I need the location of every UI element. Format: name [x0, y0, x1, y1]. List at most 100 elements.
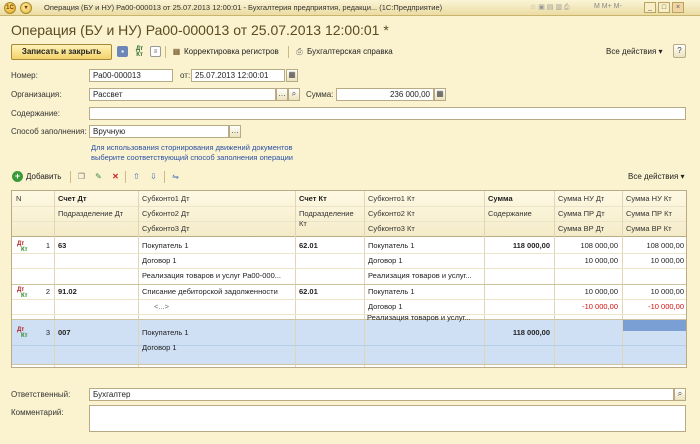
posting-icon: Дт Кт: [17, 241, 28, 253]
comment-label: Комментарий:: [11, 408, 64, 417]
col-dt[interactable]: Счет Дт: [58, 194, 87, 203]
toolbar-separator: [165, 46, 166, 58]
row2-pr-dt[interactable]: -10 000,00: [556, 302, 618, 311]
delete-icon[interactable]: ✕: [110, 171, 121, 182]
postings-icon[interactable]: Дт Кт: [134, 46, 145, 58]
save-icon[interactable]: ▪: [117, 46, 128, 57]
search-icon: ⌕: [291, 89, 297, 98]
row1-dt[interactable]: 63: [58, 241, 66, 250]
accounting-note-button[interactable]: Бухгалтерская справка: [307, 47, 393, 56]
col-nu-kt[interactable]: Сумма НУ Кт: [626, 194, 672, 203]
adjust-registers-button[interactable]: Корректировка регистров: [184, 47, 279, 56]
row1-sub3dt[interactable]: Реализация товаров и услуг Ра00-000...: [142, 271, 292, 280]
row2-nu-dt[interactable]: 10 000,00: [556, 287, 618, 296]
copy-icon[interactable]: ❐: [76, 171, 87, 182]
col-nu-dt[interactable]: Сумма НУ Дт: [558, 194, 604, 203]
row1-nu-kt[interactable]: 108 000,00: [624, 241, 684, 250]
row1-pr-dt[interactable]: 10 000,00: [556, 256, 618, 265]
row3-sum[interactable]: 118 000,00: [486, 328, 550, 337]
app-logo-icon[interactable]: 1С: [4, 2, 16, 14]
col-sub2kt[interactable]: Субконто2 Кт: [368, 209, 415, 218]
date-label: от:: [180, 71, 191, 80]
col-vr-dt[interactable]: Сумма ВР Дт: [558, 224, 604, 233]
sum-field[interactable]: 236 000,00: [336, 88, 434, 101]
row1-sub2dt[interactable]: Договор 1: [142, 256, 292, 265]
fill-method-field[interactable]: Вручную: [89, 125, 229, 138]
table-header: N Счет Дт Субконто1 Дт Счет Кт Субконто1…: [12, 191, 686, 237]
row2-nu-kt[interactable]: 10 000,00: [624, 287, 684, 296]
row1-sub3kt[interactable]: Реализация товаров и услуг...: [368, 271, 482, 280]
row2-sub1kt[interactable]: Покупатель 1: [368, 287, 482, 296]
help-button[interactable]: ?: [673, 44, 686, 58]
row2-pr-kt[interactable]: -10 000,00: [624, 302, 684, 311]
row1-sub2kt[interactable]: Договор 1: [368, 256, 482, 265]
sort-icon[interactable]: ⇋: [170, 171, 181, 182]
calculator-button[interactable]: ▦: [434, 88, 446, 101]
move-down-icon[interactable]: ⇩: [148, 171, 159, 182]
col-pr-dt[interactable]: Сумма ПР Дт: [558, 209, 605, 218]
page-title: Операция (БУ и НУ) Ра00-000013 от 25.07.…: [11, 22, 389, 38]
col-sub3dt[interactable]: Субконто3 Дт: [142, 224, 190, 233]
add-row-button[interactable]: Добавить: [26, 172, 61, 181]
row1-pr-kt[interactable]: 10 000,00: [624, 256, 684, 265]
col-sub1kt[interactable]: Субконто1 Кт: [368, 194, 415, 203]
edit-icon[interactable]: ✎: [93, 171, 104, 182]
organization-select-button[interactable]: …: [276, 88, 288, 101]
col-div-dt[interactable]: Подразделение Дт: [58, 209, 123, 218]
search-icon: ⌕: [677, 389, 683, 398]
move-up-icon[interactable]: ⇧: [131, 171, 142, 182]
row2-sub1dt[interactable]: Списание дебиторской задолженности: [142, 287, 294, 296]
col-kt[interactable]: Счет Кт: [299, 194, 327, 203]
organization-open-button[interactable]: ⌕: [288, 88, 300, 101]
row1-sub1kt[interactable]: Покупатель 1: [368, 241, 482, 250]
row1-sub1dt[interactable]: Покупатель 1: [142, 241, 292, 250]
row1-nu-dt[interactable]: 108 000,00: [556, 241, 618, 250]
fill-hint-line2: выберите соответствующий способ заполнен…: [91, 153, 293, 162]
menu-dropdown-icon[interactable]: ▾: [20, 2, 32, 14]
col-pr-kt[interactable]: Сумма ПР Кт: [626, 209, 672, 218]
col-div-kt[interactable]: Подразделение Кт: [299, 209, 363, 229]
save-close-button[interactable]: Записать и закрыть: [11, 44, 112, 60]
calendar-button[interactable]: ▦: [286, 69, 298, 82]
maximize-button[interactable]: □: [658, 2, 670, 13]
row1-kt[interactable]: 62.01: [299, 241, 318, 250]
number-field[interactable]: Ра00-000013: [89, 69, 173, 82]
col-vr-kt[interactable]: Сумма ВР Кт: [626, 224, 672, 233]
date-field[interactable]: 25.07.2013 12:00:01: [191, 69, 285, 82]
all-actions-menu[interactable]: Все действия ▾: [606, 47, 663, 56]
col-n[interactable]: N: [16, 194, 21, 203]
content-field[interactable]: [89, 107, 686, 120]
col-sum[interactable]: Сумма: [488, 194, 513, 203]
number-label: Номер:: [11, 71, 38, 80]
organization-field[interactable]: Рассвет: [89, 88, 276, 101]
close-button[interactable]: ×: [672, 2, 684, 13]
row2-sub2kt[interactable]: Договор 1: [368, 302, 482, 311]
row3-n: 3: [45, 328, 50, 337]
table-all-actions-menu[interactable]: Все действия ▾: [628, 172, 685, 181]
col-sub1dt[interactable]: Субконто1 Дт: [142, 194, 190, 203]
toolbar-icons[interactable]: ☆ ▣ ▤ ▥ ⎙: [530, 3, 570, 12]
col-sub3kt[interactable]: Субконто3 Кт: [368, 224, 415, 233]
document-icon[interactable]: ≡: [150, 46, 161, 57]
row3-sub1dt[interactable]: Покупатель 1: [142, 328, 292, 337]
row2-sub3kt[interactable]: Реализация товаров и услуг...: [367, 313, 481, 322]
row3-dt[interactable]: 007: [58, 328, 71, 337]
col-content[interactable]: Содержание: [488, 209, 532, 218]
responsible-field[interactable]: Бухгалтер: [89, 388, 674, 401]
row2-kt[interactable]: 62.01: [299, 287, 318, 296]
row1-sum[interactable]: 118 000,00: [486, 241, 550, 250]
memory-tools[interactable]: M M+ M-: [594, 3, 622, 10]
col-sub2dt[interactable]: Субконто2 Дт: [142, 209, 190, 218]
minimize-button[interactable]: _: [644, 2, 656, 13]
row2-sub2dt[interactable]: <...>: [154, 302, 292, 311]
responsible-open-button[interactable]: ⌕: [674, 388, 686, 401]
comment-field[interactable]: [89, 405, 686, 432]
toolbar-separator: [164, 171, 165, 183]
active-cell[interactable]: [623, 319, 686, 331]
content-label: Содержание:: [11, 109, 60, 118]
posting-icon: Дт Кт: [17, 287, 28, 299]
fill-method-select-button[interactable]: …: [229, 125, 241, 138]
row3-sub2dt[interactable]: Договор 1: [142, 343, 292, 352]
row2-dt[interactable]: 91.02: [58, 287, 77, 296]
responsible-label: Ответственный:: [11, 390, 71, 399]
